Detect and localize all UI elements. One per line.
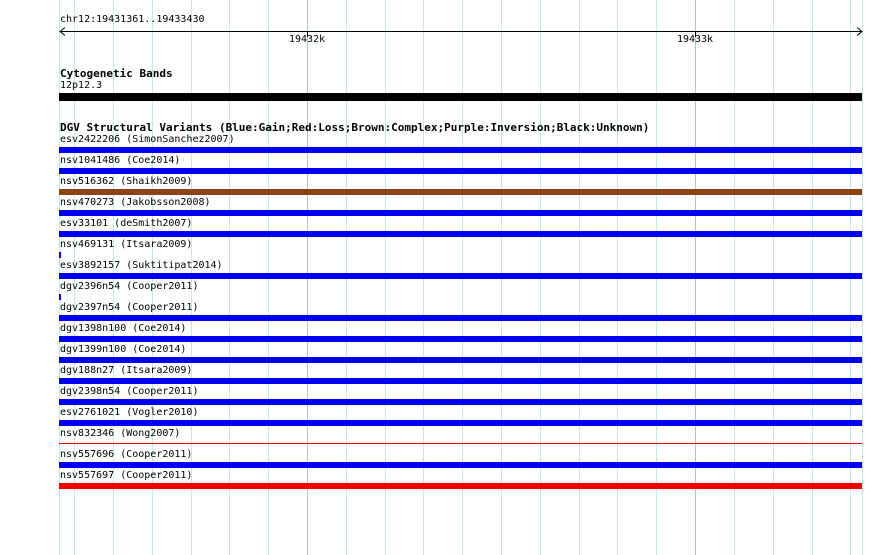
variant-bar[interactable] <box>59 252 61 258</box>
variant-bar[interactable] <box>59 420 862 426</box>
region-label: chr12:19431361..19433430 <box>60 14 205 25</box>
variant-label[interactable]: dgv2398n54 (Cooper2011) <box>60 386 198 398</box>
variant-bar[interactable] <box>59 294 61 300</box>
variant-label[interactable]: esv33101 (deSmith2007) <box>60 218 192 230</box>
dgv-track-title: DGV Structural Variants (Blue:Gain;Red:L… <box>60 121 650 134</box>
variant-label[interactable]: nsv1041486 (Coe2014) <box>60 155 180 167</box>
variant-label[interactable]: esv3892157 (Suktitipat2014) <box>60 260 223 272</box>
variant-label[interactable]: dgv1399n100 (Coe2014) <box>60 344 186 356</box>
variant-label[interactable]: dgv2396n54 (Cooper2011) <box>60 281 198 293</box>
variant-bar[interactable] <box>59 462 862 468</box>
variant-label[interactable]: nsv516362 (Shaikh2009) <box>60 176 192 188</box>
variant-bar[interactable] <box>59 399 862 405</box>
variant-bar[interactable] <box>59 210 862 216</box>
variant-bar[interactable] <box>59 336 862 342</box>
variant-bar[interactable] <box>59 168 862 174</box>
variant-bar[interactable] <box>59 273 862 279</box>
variant-label[interactable]: nsv557697 (Cooper2011) <box>60 470 192 482</box>
variant-label[interactable]: nsv832346 (Wong2007) <box>60 428 180 440</box>
variant-label[interactable]: dgv2397n54 (Cooper2011) <box>60 302 198 314</box>
variant-bar[interactable] <box>59 147 862 153</box>
variant-bar[interactable] <box>59 443 862 444</box>
cytoband-label: 12p12.3 <box>60 80 103 91</box>
cytoband-track-title: Cytogenetic Bands <box>60 67 173 80</box>
variant-label[interactable]: esv2761021 (Vogler2010) <box>60 407 198 419</box>
genome-browser-view: chr12:19431361..19433430 19432k 19433k Cy… <box>0 0 890 555</box>
variant-label[interactable]: nsv469131 (Itsara2009) <box>60 239 192 251</box>
variant-bar[interactable] <box>59 231 862 237</box>
coordinate-ruler: 19432k 19433k <box>59 26 863 56</box>
ruler-line <box>61 31 861 32</box>
variant-label[interactable]: dgv1398n100 (Coe2014) <box>60 323 186 335</box>
variant-label[interactable]: dgv188n27 (Itsara2009) <box>60 365 192 377</box>
ruler-tick-label: 19433k <box>676 34 714 45</box>
variant-bar[interactable] <box>59 315 862 321</box>
variant-bar[interactable] <box>59 189 862 195</box>
variant-bar[interactable] <box>59 357 862 363</box>
variant-label[interactable]: esv2422206 (SimonSanchez2007) <box>60 134 235 146</box>
cytoband-bar[interactable] <box>59 93 862 101</box>
variant-label[interactable]: nsv557696 (Cooper2011) <box>60 449 192 461</box>
scroll-right-arrow-icon[interactable] <box>856 27 863 36</box>
gridline-edge <box>862 0 863 555</box>
variant-bar[interactable] <box>59 483 862 489</box>
variant-label[interactable]: nsv470273 (Jakobsson2008) <box>60 197 211 209</box>
variant-bar[interactable] <box>59 378 862 384</box>
ruler-tick-label: 19432k <box>288 34 326 45</box>
